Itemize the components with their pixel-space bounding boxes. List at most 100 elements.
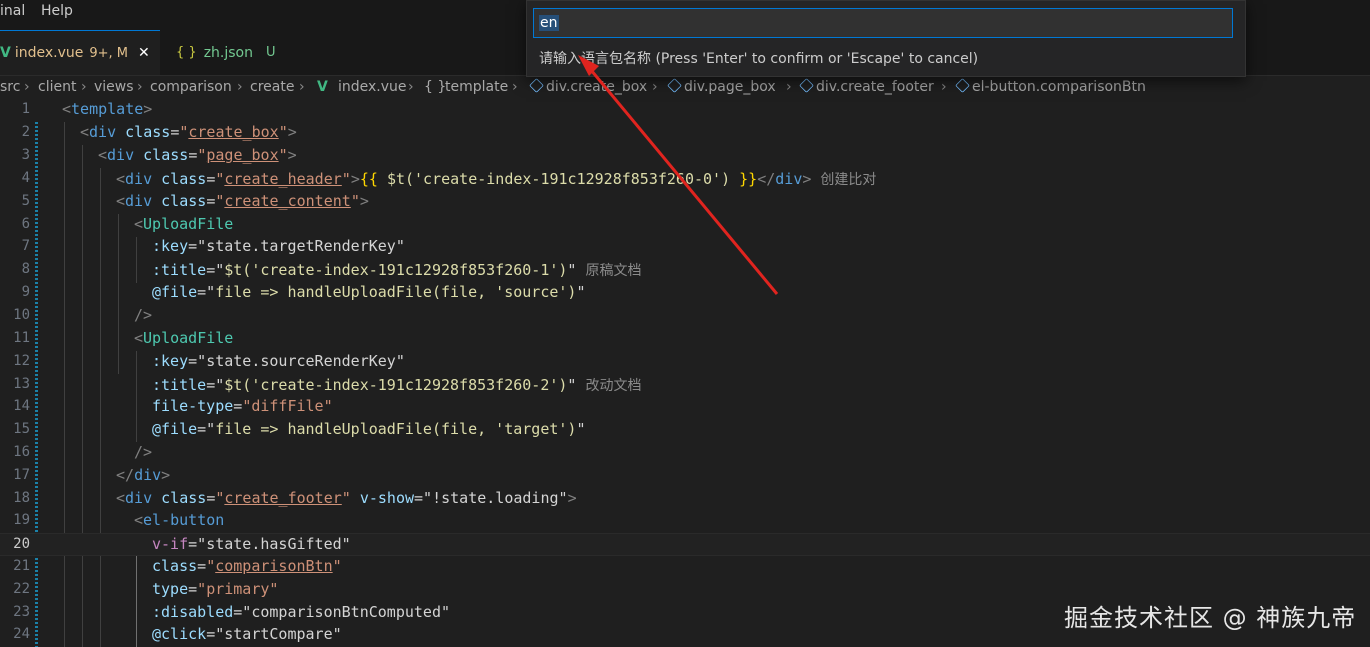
- code-line[interactable]: 13:title="$t('create-index-191c12928f853…: [0, 374, 1370, 397]
- code-text: <UploadFile: [134, 329, 234, 347]
- line-number: 7: [21, 238, 30, 254]
- code-line-current[interactable]: 20 v-if="state.hasGifted": [0, 533, 1370, 556]
- code-line[interactable]: 19 <el-button: [0, 510, 1370, 533]
- chevron-right-icon: ›: [299, 79, 305, 95]
- braces-icon: { }: [424, 79, 447, 95]
- line-number: 9: [21, 284, 30, 300]
- line-number: 4: [21, 170, 30, 186]
- code-text: </div>: [116, 466, 171, 484]
- code-text: :title="$t('create-index-191c12928f853f2…: [152, 261, 642, 279]
- line-number: 21: [13, 558, 30, 574]
- breadcrumb: src › client › views › comparison › crea…: [0, 76, 1370, 100]
- line-number: 2: [21, 124, 30, 140]
- vue-icon: V: [0, 45, 11, 61]
- code-line[interactable]: 15 @file="file => handleUploadFile(file, …: [0, 419, 1370, 442]
- tab-label: zh.json: [203, 44, 253, 61]
- close-icon[interactable]: ✕: [138, 45, 150, 61]
- breadcrumb-comparison[interactable]: comparison: [150, 79, 232, 95]
- code-line[interactable]: 4 <div class="create_header">{{ $t('creat…: [0, 168, 1370, 191]
- code-text: <UploadFile: [134, 215, 234, 233]
- chevron-right-icon: ›: [24, 79, 30, 95]
- code-line[interactable]: 2 <div class="create_box">: [0, 122, 1370, 145]
- code-line[interactable]: 7 :key="state.targetRenderKey": [0, 236, 1370, 259]
- code-text: file-type="diffFile": [152, 397, 333, 415]
- breadcrumb-client[interactable]: client: [38, 79, 76, 95]
- code-text: <div class="page_box">: [98, 146, 297, 164]
- code-text: :key="state.targetRenderKey": [152, 237, 405, 255]
- tab-index-vue[interactable]: V index.vue 9+, M ✕: [0, 30, 160, 75]
- element-icon: [955, 78, 970, 93]
- quick-input-message: 请输入语言包名称 (Press 'Enter' to confirm or 'E…: [539, 51, 979, 67]
- chevron-right-icon: ›: [408, 79, 414, 95]
- code-line[interactable]: 1 <template>: [0, 99, 1370, 122]
- code-text: @file="file => handleUploadFile(file, 's…: [152, 283, 586, 301]
- code-line[interactable]: 8 :title="$t('create-index-191c12928f853f…: [0, 259, 1370, 282]
- code-line[interactable]: 10 />: [0, 305, 1370, 328]
- code-text: @file="file => handleUploadFile(file, 't…: [152, 420, 586, 438]
- code-text: v-if="state.hasGifted": [152, 535, 351, 553]
- line-number: 22: [13, 581, 30, 597]
- code-line[interactable]: 12:key="state.sourceRenderKey": [0, 351, 1370, 374]
- element-icon: [667, 78, 682, 93]
- line-number: 5: [21, 193, 30, 209]
- code-text: class="comparisonBtn": [152, 557, 342, 575]
- vue-icon: V: [317, 79, 328, 95]
- chevron-right-icon: ›: [81, 79, 87, 95]
- tab-label: index.vue: [14, 45, 84, 61]
- breadcrumb-src[interactable]: src: [0, 79, 20, 95]
- line-number: 10: [13, 307, 30, 323]
- line-number: 13: [13, 376, 30, 392]
- chevron-right-icon: ›: [786, 79, 792, 95]
- line-number: 15: [13, 421, 30, 437]
- code-line[interactable]: 6 <UploadFile: [0, 214, 1370, 237]
- breadcrumb-create-box[interactable]: div.create_box: [529, 78, 647, 95]
- code-text: <template>: [62, 100, 153, 118]
- breadcrumb-create[interactable]: create: [250, 79, 294, 95]
- code-text: :disabled="comparisonBtnComputed": [152, 603, 451, 621]
- line-number: 3: [21, 147, 30, 163]
- chevron-right-icon: ›: [941, 79, 947, 95]
- code-text: @click="startCompare": [152, 625, 342, 643]
- code-text: <div class="create_content">: [116, 192, 369, 210]
- chevron-right-icon: ›: [237, 79, 243, 95]
- code-text: type="primary": [152, 580, 279, 598]
- code-line[interactable]: 17 </div>: [0, 465, 1370, 488]
- watermark: 掘金技术社区 @ 神族九帝: [1064, 604, 1357, 632]
- menu-terminal[interactable]: inal: [0, 3, 25, 19]
- line-number: 18: [13, 490, 30, 506]
- line-number: 14: [13, 398, 30, 414]
- tab-badge: U: [265, 45, 276, 60]
- language-pack-name-input[interactable]: en: [533, 8, 1233, 38]
- breadcrumb-page-box[interactable]: div.page_box: [667, 78, 776, 95]
- code-line[interactable]: 11 <UploadFile: [0, 328, 1370, 351]
- breadcrumb-index-vue[interactable]: index.vue: [338, 79, 407, 95]
- line-number: 12: [13, 353, 30, 369]
- code-line[interactable]: 5 <div class="create_content">: [0, 191, 1370, 214]
- line-number: 17: [13, 467, 30, 483]
- code-line[interactable]: 18 <div class="create_footer" v-show="!st…: [0, 488, 1370, 511]
- code-line[interactable]: 14 file-type="diffFile": [0, 396, 1370, 419]
- code-line[interactable]: 16 />: [0, 442, 1370, 465]
- code-text: />: [134, 306, 153, 324]
- code-editor[interactable]: 1 <template> 2 <div class="create_box"> 3 <…: [0, 99, 1370, 647]
- line-number: 20: [13, 536, 30, 552]
- inline-hint: 原稿文档: [585, 263, 642, 279]
- line-number: 8: [21, 261, 30, 277]
- breadcrumb-template[interactable]: template: [445, 79, 508, 95]
- input-value: en: [539, 15, 559, 31]
- line-number: 19: [13, 512, 30, 528]
- code-line[interactable]: 3 <div class="page_box">: [0, 145, 1370, 168]
- breadcrumb-create-footer[interactable]: div.create_footer: [799, 78, 934, 95]
- breadcrumb-el-button[interactable]: el-button.comparisonBtn: [955, 78, 1146, 95]
- code-line[interactable]: 21 class="comparisonBtn": [0, 556, 1370, 579]
- code-text: <div class="create_footer" v-show="!stat…: [116, 489, 577, 507]
- quick-input-widget: en 请输入语言包名称 (Press 'Enter' to confirm or…: [526, 0, 1246, 77]
- code-line[interactable]: 9 @file="file => handleUploadFile(file, '…: [0, 282, 1370, 305]
- tab-zh-json[interactable]: { } zh.json U: [166, 30, 306, 75]
- menu-help[interactable]: Help: [41, 3, 73, 19]
- json-icon: { }: [176, 45, 197, 60]
- code-text: <div class="create_header">{{ $t('create…: [116, 170, 877, 188]
- chevron-right-icon: ›: [137, 79, 143, 95]
- breadcrumb-views[interactable]: views: [94, 79, 134, 95]
- element-icon: [799, 78, 814, 93]
